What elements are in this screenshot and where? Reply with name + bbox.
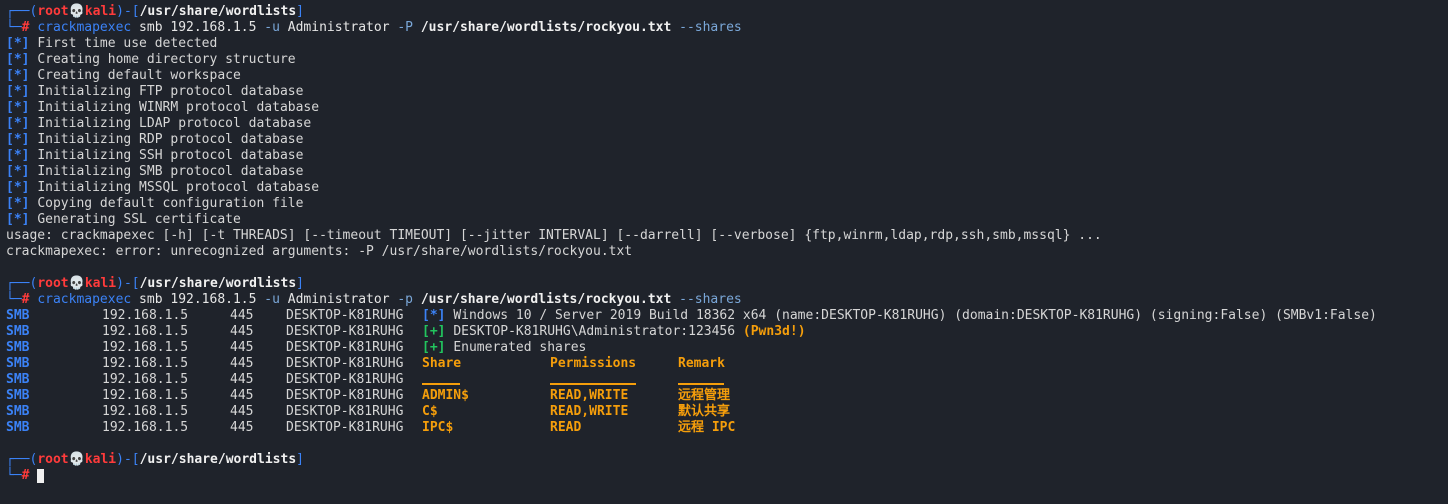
smb-auth-line: SMB 192.168.1.5 445 DESKTOP-K81RUHG [+] DESK… (6, 324, 806, 339)
col-share-header: Share (422, 356, 462, 371)
init-output: [*] First time use detected [*] Creating … (6, 36, 1442, 228)
log-line: [*] Initializing SSH protocol database (6, 148, 304, 163)
prompt-line-top: ┌──(root💀kali)-[/usr/share/wordlists] (6, 452, 304, 467)
cursor[interactable] (37, 468, 45, 483)
info-tag: [*] (6, 132, 30, 147)
command-line-2: └─# crackmapexec smb 192.168.1.5 -u Admi… (6, 292, 742, 307)
log-line: [*] Generating SSL certificate (6, 212, 241, 227)
shares-underline-line: SMB 192.168.1.5 445 DESKTOP-K81RUHG (6, 372, 1442, 388)
share-remark: 远程管理 (678, 388, 731, 403)
usage-line: usage: crackmapexec [-h] [-t THREADS] [-… (6, 228, 1102, 243)
info-tag: [*] (6, 36, 30, 51)
share-name: C$ (422, 404, 438, 419)
share-name: IPC$ (422, 420, 454, 435)
active-prompt-line[interactable]: └─# (6, 468, 1442, 484)
log-line: [*] Initializing RDP protocol database (6, 132, 304, 147)
shares-table: SMB 192.168.1.5 445 DESKTOP-K81RUHG ADMIN$ RE… (6, 388, 1442, 436)
prompt-line-top: ┌──(root💀kali)-[/usr/share/wordlists] (6, 276, 304, 291)
error-line: crackmapexec: error: unrecognized argume… (6, 244, 633, 259)
info-tag: [*] (6, 116, 30, 131)
smb-enum-line: SMB 192.168.1.5 445 DESKTOP-K81RUHG [+] Enum… (6, 340, 587, 355)
command-line-1: └─# crackmapexec smb 192.168.1.5 -u Admi… (6, 20, 742, 35)
info-tag: [*] (6, 84, 30, 99)
table-row: SMB 192.168.1.5 445 DESKTOP-K81RUHG ADMIN$ RE… (6, 388, 731, 403)
share-permissions: READ (550, 420, 582, 435)
share-remark: 默认共享 (678, 404, 731, 419)
table-row: SMB 192.168.1.5 445 DESKTOP-K81RUHG IPC$ READ… (6, 420, 736, 435)
log-line: [*] Copying default configuration file (6, 196, 304, 211)
info-tag: [*] (6, 100, 30, 115)
shares-header-line: SMB 192.168.1.5 445 DESKTOP-K81RUHG Share Per… (6, 356, 725, 371)
skull-icon: 💀 (68, 452, 85, 467)
remark-underline (678, 374, 724, 385)
prompt-line-top: ┌──(root💀kali)-[/usr/share/wordlists] (6, 4, 304, 19)
share-name: ADMIN$ (422, 388, 469, 403)
info-tag: [*] (6, 52, 30, 67)
share-remark: 远程 IPC (678, 420, 736, 435)
share-underline (422, 374, 460, 385)
skull-icon: 💀 (68, 276, 85, 291)
share-permissions: READ,WRITE (550, 404, 629, 419)
col-permissions-header: Permissions (550, 356, 637, 371)
permissions-underline (550, 374, 636, 385)
col-remark-header: Remark (678, 356, 725, 371)
log-line: [*] Creating default workspace (6, 68, 241, 83)
log-line: [*] Initializing WINRM protocol database (6, 100, 320, 115)
skull-icon: 💀 (68, 4, 85, 19)
info-tag: [*] (6, 196, 30, 211)
terminal[interactable]: ┌──(root💀kali)-[/usr/share/wordlists] └─… (0, 0, 1448, 484)
share-permissions: READ,WRITE (550, 388, 629, 403)
info-tag: [*] (6, 212, 30, 227)
smb-info-line: SMB 192.168.1.5 445 DESKTOP-K81RUHG [*] Wind… (6, 308, 1377, 323)
table-row: SMB 192.168.1.5 445 DESKTOP-K81RUHG C$ READ,W… (6, 404, 731, 419)
log-line: [*] Initializing FTP protocol database (6, 84, 304, 99)
log-line: [*] First time use detected (6, 36, 218, 51)
info-tag: [*] (6, 164, 30, 179)
info-tag: [*] (6, 68, 30, 83)
log-line: [*] Initializing MSSQL protocol database (6, 180, 320, 195)
pwned-badge: (Pwn3d!) (742, 324, 806, 339)
info-tag: [*] (6, 148, 30, 163)
log-line: [*] Creating home directory structure (6, 52, 296, 67)
info-tag: [*] (6, 180, 30, 195)
log-line: [*] Initializing SMB protocol database (6, 164, 304, 179)
log-line: [*] Initializing LDAP protocol database (6, 116, 312, 131)
